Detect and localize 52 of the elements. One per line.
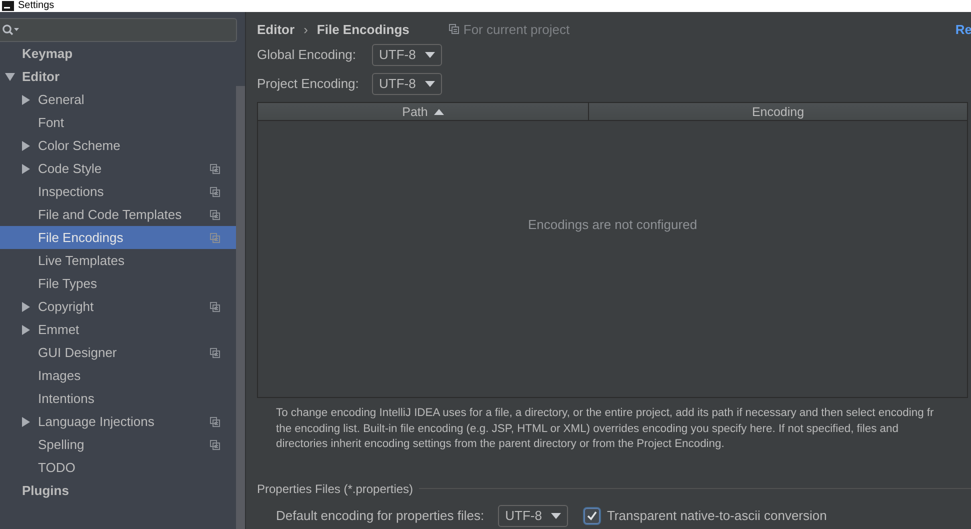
tree-item[interactable]: Code Style [0,157,236,180]
properties-encoding-label: Default encoding for properties files: [276,508,484,523]
tree-item[interactable]: Intentions [0,387,236,410]
expand-arrow-icon[interactable] [21,140,31,150]
tree-item[interactable]: General [0,88,236,111]
scope-note: For current project [463,22,570,36]
expand-arrow-icon[interactable] [5,72,15,82]
checkbox[interactable] [584,508,600,524]
column-header[interactable]: Path [258,103,589,120]
section-title: Properties Files (*.properties) [257,482,414,496]
encoding-label: Project Encoding: [257,76,360,91]
info-text: To change encoding IntelliJ IDEA uses for a file, a directory, or the entire project, add its path if necessary and then select encoding fr the encoding list. Built-in file encoding (e.g. JSP, HTML or XML) overrides encoding you specify here. If not specified, files and directories inherit encoding settings from the parent directory or from the Project Encoding. [276,406,935,452]
expand-arrow-icon[interactable] [21,302,31,312]
search-icon [2,24,20,36]
checkbox-label[interactable]: Transparent native-to-ascii conversion [606,508,827,523]
tree-item[interactable]: Plugins [0,479,236,502]
encoding-dropdown[interactable]: UTF-8 [372,44,442,66]
caret-icon [424,80,435,86]
breadcrumb-separator: › [304,22,308,36]
tree-item[interactable]: Inspections [0,180,236,203]
expand-arrow-icon[interactable] [21,164,31,174]
expand-arrow-icon[interactable] [21,324,31,334]
tree-item[interactable]: File Encodings [0,226,236,249]
scrollbar[interactable] [236,86,245,529]
breadcrumb-item[interactable]: Editor [257,22,295,36]
caret-icon [424,52,435,58]
tree-item[interactable]: Copyright [0,295,236,318]
caret-icon [550,512,561,518]
tree-item[interactable]: Live Templates [0,249,236,272]
expand-arrow-icon[interactable] [21,416,31,426]
encoding-label: Global Encoding: [257,47,358,62]
encoding-dropdown[interactable]: UTF-8 [372,72,442,94]
tree-item[interactable]: Language Injections [0,410,236,433]
search-field[interactable] [0,18,237,42]
tree-item[interactable]: File and Code Templates [0,203,236,226]
tree-item[interactable]: GUI Designer [0,341,236,364]
tree-item[interactable]: Color Scheme [0,134,236,157]
tree-item[interactable]: Emmet [0,318,236,341]
tree-item[interactable]: File Types [0,272,236,295]
breadcrumb-item[interactable]: File Encodings [316,22,410,36]
expand-arrow-icon[interactable] [21,94,31,104]
tree-item[interactable]: Spelling [0,433,236,456]
tree-item[interactable]: Font [0,111,236,134]
copy-icon [449,24,460,34]
tree-item[interactable]: Editor [0,65,236,88]
tree-item[interactable]: Images [0,364,236,387]
column-header[interactable]: Encoding [589,103,967,120]
empty-table-message: Encodings are not configured [528,216,698,232]
tree-item[interactable]: Keymap [0,42,236,65]
encoding-dropdown[interactable]: UTF-8 [498,504,568,526]
window-title: Settings [18,0,54,12]
tree-item[interactable]: TODO [0,456,236,479]
